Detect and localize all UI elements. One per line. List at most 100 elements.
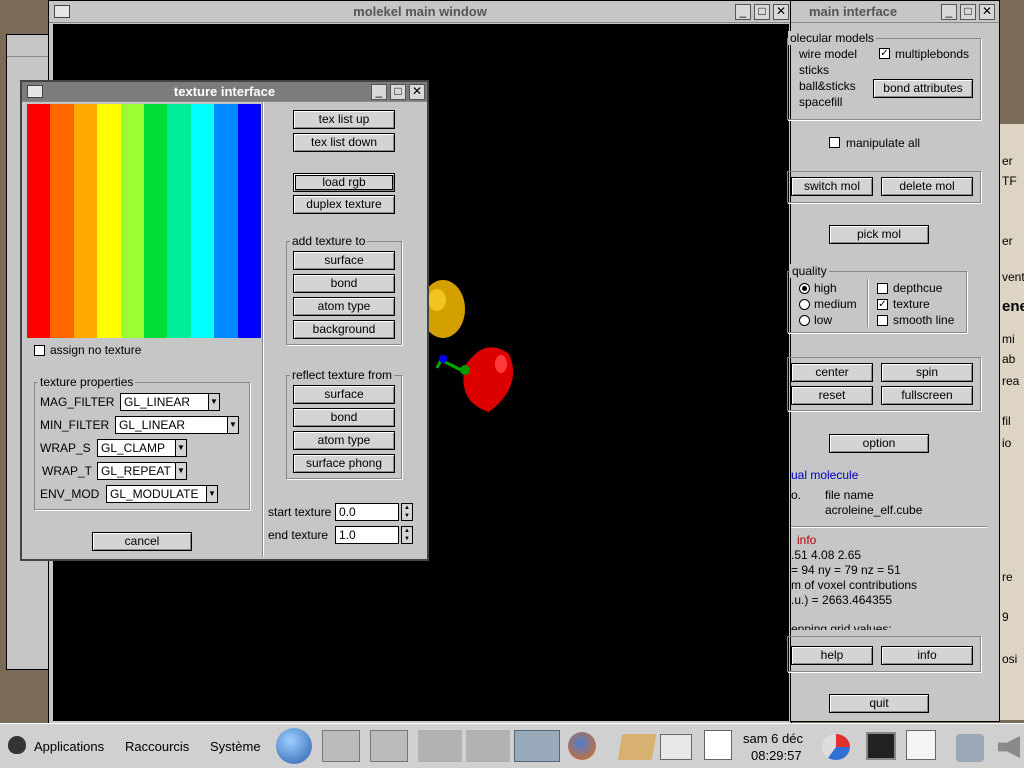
texture-stripe (167, 104, 191, 338)
reflect-surface-button[interactable]: surface (293, 385, 395, 404)
manipulate-all-checkbox[interactable] (829, 137, 840, 148)
depthcue-checkbox[interactable] (877, 283, 888, 294)
tex-list-down-button[interactable]: tex list down (293, 133, 395, 152)
main-interface-titlebar[interactable]: main interface _ □ ✕ (791, 1, 999, 23)
terminal-icon[interactable] (866, 732, 896, 760)
spacefill-option[interactable]: spacefill (799, 95, 842, 109)
molecular-models-label: olecular models (788, 31, 877, 45)
desktop-fragment: er (1002, 234, 1013, 248)
add-texture-atom-type-button[interactable]: atom type (293, 297, 395, 316)
shortcuts-menu[interactable]: Raccourcis (125, 740, 189, 754)
background-window-right: er TF er vent ene mi ab rea fil io re 9 … (1000, 124, 1024, 720)
end-texture-label: end texture (268, 528, 329, 542)
mail-icon[interactable] (660, 734, 692, 760)
desktop-fragment: osi (1002, 652, 1018, 666)
info-separator (791, 526, 987, 528)
reset-button[interactable]: reset (791, 386, 873, 405)
mag-filter-label: MAG_FILTER (40, 395, 115, 409)
texture-stripe (120, 104, 145, 338)
maximize-icon[interactable]: □ (960, 4, 976, 20)
ball-sticks-option[interactable]: ball&sticks (799, 79, 856, 93)
system-menu[interactable]: Système (210, 740, 261, 754)
add-texture-bond-button[interactable]: bond (293, 274, 395, 293)
depthcue-label: depthcue (893, 281, 943, 295)
reflect-bond-button[interactable]: bond (293, 408, 395, 427)
heart-card-icon[interactable] (906, 730, 936, 760)
add-texture-background-button[interactable]: background (293, 320, 395, 339)
pick-mol-button[interactable]: pick mol (829, 225, 929, 244)
assign-no-texture-checkbox[interactable] (34, 345, 45, 356)
load-rgb-button[interactable]: load rgb (293, 173, 395, 192)
help-button[interactable]: help (791, 646, 873, 665)
smooth-line-checkbox[interactable] (877, 315, 888, 326)
isosurface-red (463, 347, 514, 412)
switch-mol-button[interactable]: switch mol (791, 177, 873, 196)
close-icon[interactable]: ✕ (773, 4, 789, 20)
quit-button[interactable]: quit (829, 694, 929, 713)
workspace-icon[interactable] (466, 730, 510, 762)
center-button[interactable]: center (791, 363, 873, 382)
desktop-fragment: vent (1002, 270, 1024, 284)
duplex-texture-button[interactable]: duplex texture (293, 195, 395, 214)
multiplebonds-label: multiplebonds (895, 47, 970, 61)
trash-icon[interactable] (956, 734, 984, 762)
manipulate-all-label: manipulate all (846, 136, 921, 150)
minimize-icon[interactable]: _ (735, 4, 751, 20)
fullscreen-button[interactable]: fullscreen (881, 386, 973, 405)
reflect-surface-phong-button[interactable]: surface phong (293, 454, 395, 473)
piechart-icon[interactable] (822, 734, 850, 760)
spin-button[interactable]: spin (881, 363, 973, 382)
wrap-s-select[interactable]: GL_CLAMP ▼ (97, 439, 187, 457)
option-button[interactable]: option (829, 434, 929, 453)
mag-filter-select[interactable]: GL_LINEAR ▼ (120, 393, 220, 411)
gnome-foot-icon[interactable] (8, 736, 26, 754)
desktop-fragment: mi (1002, 332, 1015, 346)
quality-low-radio[interactable] (799, 315, 810, 326)
start-texture-stepper-icon[interactable]: ▲ ▼ (401, 503, 413, 521)
texture-checkbox[interactable]: ✓ (877, 299, 888, 310)
maximize-icon[interactable]: □ (390, 84, 406, 100)
texture-interface-titlebar[interactable]: texture interface _ □ ✕ (22, 82, 427, 102)
bond-attributes-button[interactable]: bond attributes (873, 79, 973, 98)
files-icon[interactable] (617, 734, 657, 760)
workspace-icon[interactable] (418, 730, 462, 762)
min-filter-select[interactable]: GL_LINEAR ▼ (115, 416, 239, 434)
network-globe-icon[interactable] (276, 728, 312, 764)
chevron-down-icon: ▼ (175, 440, 186, 456)
add-texture-surface-button[interactable]: surface (293, 251, 395, 270)
texture-preview[interactable] (27, 104, 262, 338)
window-list-icon[interactable] (514, 730, 560, 762)
terminal-window-icon[interactable] (370, 730, 408, 762)
terminal-window-icon[interactable] (322, 730, 360, 762)
close-icon[interactable]: ✕ (409, 84, 425, 100)
minimize-icon[interactable]: _ (941, 4, 957, 20)
info-button[interactable]: info (881, 646, 973, 665)
end-texture-stepper-icon[interactable]: ▲ ▼ (401, 526, 413, 544)
applications-menu[interactable]: Applications (34, 740, 104, 754)
quality-label: quality (790, 264, 829, 278)
quality-high-radio[interactable] (799, 283, 810, 294)
quality-medium-radio[interactable] (799, 299, 810, 310)
info-coords: .51 4.08 2.65 (791, 548, 862, 562)
end-texture-input[interactable]: 1.0 (335, 526, 399, 544)
sticks-option[interactable]: sticks (799, 63, 829, 77)
firefox-icon[interactable] (568, 732, 596, 760)
reflect-atom-type-button[interactable]: atom type (293, 431, 395, 450)
volume-icon[interactable] (998, 736, 1020, 758)
taskbar-time: 08:29:57 (751, 748, 802, 763)
maximize-icon[interactable]: □ (754, 4, 770, 20)
env-mod-select[interactable]: GL_MODULATE ▼ (106, 485, 218, 503)
tex-list-up-button[interactable]: tex list up (293, 110, 395, 129)
close-icon[interactable]: ✕ (979, 4, 995, 20)
cancel-button[interactable]: cancel (92, 532, 192, 551)
start-texture-input[interactable]: 0.0 (335, 503, 399, 521)
background-window-left-titlebar (7, 35, 49, 57)
main-window-titlebar[interactable]: molekel main window _ □ ✕ (49, 1, 791, 23)
wrap-t-select[interactable]: GL_REPEAT ▼ (97, 462, 187, 480)
delete-mol-button[interactable]: delete mol (881, 177, 973, 196)
info-header: info (797, 533, 817, 547)
multiplebonds-checkbox[interactable]: ✓ (879, 48, 890, 59)
chart-icon[interactable] (704, 730, 732, 760)
minimize-icon[interactable]: _ (371, 84, 387, 100)
wire-model-option[interactable]: wire model (799, 47, 857, 61)
